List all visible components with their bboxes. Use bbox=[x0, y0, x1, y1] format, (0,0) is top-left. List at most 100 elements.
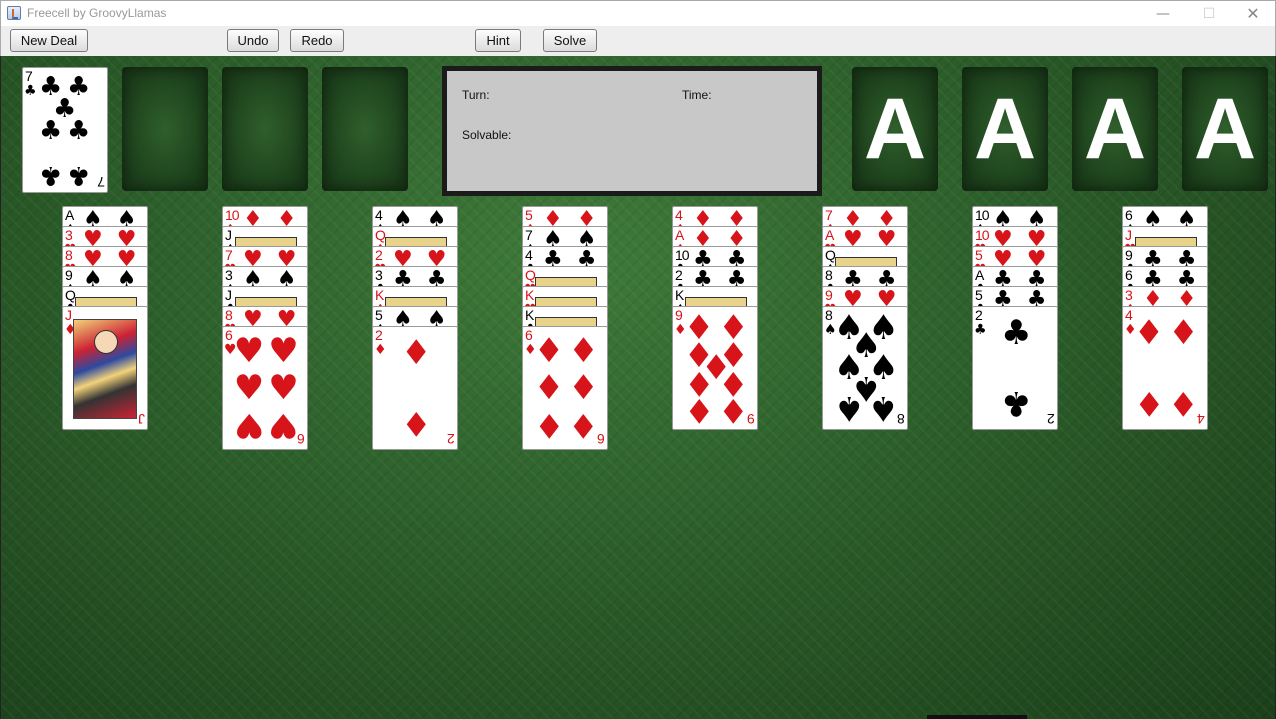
card-rank: 8 bbox=[825, 307, 833, 323]
diamond-icon: ♦ bbox=[568, 405, 599, 446]
foundation-placeholder: A bbox=[863, 81, 927, 177]
card-rank: 8 bbox=[225, 307, 233, 323]
card-rank-bottom: 2 bbox=[1048, 411, 1055, 427]
card-rank: 8 bbox=[825, 267, 833, 283]
diamond-icon: ♦ bbox=[533, 330, 565, 371]
card-rank: 6 bbox=[1125, 267, 1133, 283]
foundation-placeholder: A bbox=[973, 81, 1037, 177]
face-card-art bbox=[73, 319, 137, 419]
window-title: Freecell by GroovyLlamas bbox=[27, 6, 167, 20]
status-panel: Turn: Time: Solvable: bbox=[442, 66, 822, 196]
card-rank: 7 bbox=[525, 227, 533, 243]
card-rank: A bbox=[825, 227, 834, 243]
card-rank: 3 bbox=[65, 227, 73, 243]
card-rank: Q bbox=[65, 287, 76, 303]
card-rank: 9 bbox=[825, 287, 833, 303]
card-rank: J bbox=[1125, 227, 1132, 243]
card-rank: 5 bbox=[525, 207, 533, 223]
card-rank: Q bbox=[375, 227, 386, 243]
time-label: Time: bbox=[682, 88, 712, 102]
free-cell-card[interactable]: 7 ♣ ♣ ♣ ♣ ♣ ♣ ♣ ♣ 7 bbox=[22, 67, 108, 193]
card-rank: 5 bbox=[375, 307, 383, 323]
heart-icon: ♥ bbox=[268, 405, 299, 446]
foundation-3[interactable]: A bbox=[1072, 67, 1158, 191]
card-rank: 7 bbox=[225, 247, 233, 263]
card-rank: 2 bbox=[975, 307, 983, 323]
card-rank: 6 bbox=[1125, 207, 1133, 223]
java-app-icon bbox=[7, 6, 21, 20]
heart-icon: ♥ bbox=[233, 368, 265, 408]
solvable-label: Solvable: bbox=[462, 128, 512, 142]
card-rank: K bbox=[375, 287, 384, 303]
diamond-icon: ♦ bbox=[718, 390, 749, 430]
card-rank-bottom: J bbox=[139, 411, 145, 427]
heart-icon: ♥ bbox=[268, 368, 299, 408]
card-rank: 5 bbox=[975, 247, 983, 263]
spade-icon: ♠ bbox=[833, 387, 865, 428]
card[interactable]: 4 ♦ ♦ ♦ ♦ ♦ 4 bbox=[1122, 306, 1208, 430]
foundation-placeholder: A bbox=[1193, 81, 1257, 177]
card-rank: A bbox=[975, 267, 984, 283]
undo-button[interactable]: Undo bbox=[227, 29, 279, 52]
card-rank: Q bbox=[525, 267, 536, 283]
card-rank-bottom: 6 bbox=[298, 431, 305, 447]
maximize-button[interactable]: ☐ bbox=[1186, 1, 1232, 27]
card-rank: 3 bbox=[375, 267, 383, 283]
foundation-placeholder: A bbox=[1083, 81, 1147, 177]
redo-button[interactable]: Redo bbox=[290, 29, 344, 52]
card[interactable]: 8 ♠ ♠ ♠ ♠ ♠ ♠ ♠ ♠ ♠ 8 bbox=[822, 306, 908, 430]
card[interactable]: 6 ♦ ♦ ♦ ♦ ♦ ♦ ♦ 6 bbox=[522, 326, 608, 450]
diamond-icon: ♦ bbox=[568, 368, 599, 408]
card-rank: J bbox=[225, 287, 232, 303]
card-rank: 4 bbox=[525, 247, 533, 263]
new-deal-button[interactable]: New Deal bbox=[10, 29, 88, 52]
card-rank: K bbox=[675, 287, 684, 303]
card-rank: J bbox=[225, 227, 232, 243]
diamond-icon: ♦ bbox=[568, 330, 599, 371]
heart-icon: ♥ bbox=[233, 330, 265, 371]
minimize-button[interactable]: — bbox=[1140, 1, 1186, 27]
club-icon: ♣ bbox=[974, 322, 987, 338]
foundation-2[interactable]: A bbox=[962, 67, 1048, 191]
card-rank: 3 bbox=[225, 267, 233, 283]
card-rank: K bbox=[525, 287, 534, 303]
card[interactable]: J ♦ J bbox=[62, 306, 148, 430]
card-rank: 9 bbox=[65, 267, 73, 283]
free-cell-2[interactable] bbox=[122, 67, 208, 191]
free-cell-4[interactable] bbox=[322, 67, 408, 191]
free-cell-1[interactable]: 7 ♣ ♣ ♣ ♣ ♣ ♣ ♣ ♣ 7 bbox=[22, 67, 108, 193]
card-rank: 4 bbox=[675, 207, 683, 223]
free-cell-3[interactable] bbox=[222, 67, 308, 191]
card[interactable]: 2 ♣ ♣ ♣ 2 bbox=[972, 306, 1058, 430]
solve-button[interactable]: Solve bbox=[543, 29, 597, 52]
heart-icon: ♥ bbox=[233, 405, 265, 446]
card[interactable]: 2 ♦ ♦ ♦ 2 bbox=[372, 326, 458, 450]
spade-icon: ♠ bbox=[868, 387, 899, 428]
diamond-icon: ♦ bbox=[1133, 313, 1165, 354]
turn-label: Turn: bbox=[462, 88, 490, 102]
diamond-icon: ♦ bbox=[683, 390, 715, 430]
card-rank-bottom: 8 bbox=[898, 411, 905, 427]
card-rank-bottom: 4 bbox=[1198, 411, 1205, 427]
card-rank-bottom: 9 bbox=[748, 411, 755, 427]
foundation-4[interactable]: A bbox=[1182, 67, 1268, 191]
hint-button[interactable]: Hint bbox=[475, 29, 521, 52]
status-strip bbox=[927, 715, 1027, 719]
card-rank: A bbox=[675, 227, 684, 243]
diamond-icon: ♦ bbox=[533, 405, 565, 446]
diamond-icon: ♦ bbox=[1168, 313, 1199, 354]
card[interactable]: 6 ♥ ♥ ♥ ♥ ♥ ♥ ♥ 6 bbox=[222, 326, 308, 450]
card-rank: 10 bbox=[675, 247, 690, 263]
card-rank: 4 bbox=[375, 207, 383, 223]
card-rank: 8 bbox=[65, 247, 73, 263]
card-rank: K bbox=[525, 307, 534, 323]
club-icon: ♣ bbox=[1001, 313, 1032, 354]
card-rank: 10 bbox=[975, 227, 990, 243]
card[interactable]: 9 ♦ ♦ ♦ ♦ ♦ ♦ ♦ ♦ ♦ ♦ 9 bbox=[672, 306, 758, 430]
card-rank: 3 bbox=[1125, 287, 1133, 303]
diamond-icon: ♦ bbox=[1133, 382, 1165, 423]
card-rank: 7 bbox=[825, 207, 833, 223]
foundation-1[interactable]: A bbox=[852, 67, 938, 191]
card-rank-bottom: 7 bbox=[98, 174, 105, 190]
close-button[interactable]: ✕ bbox=[1230, 1, 1276, 27]
